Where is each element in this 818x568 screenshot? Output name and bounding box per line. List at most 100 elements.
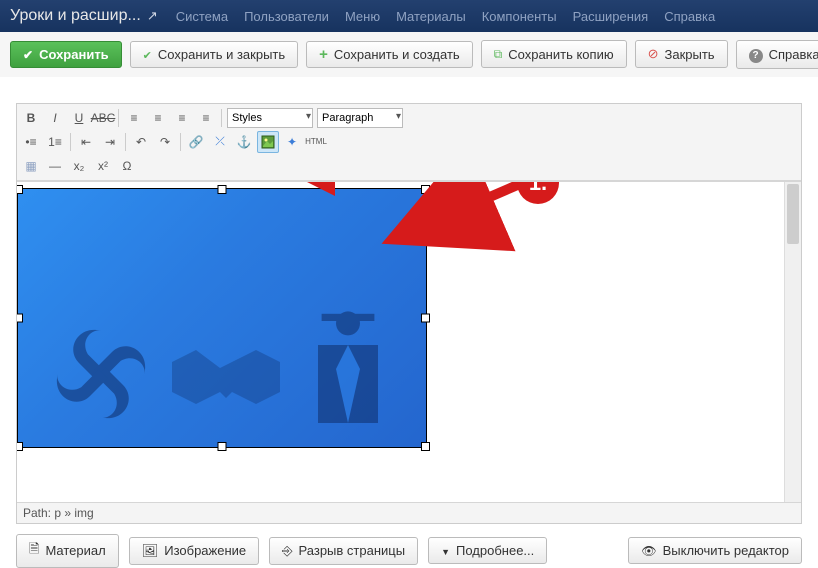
outdent-button[interactable]: ⇤: [75, 131, 97, 153]
toggle-label: Выключить редактор: [663, 543, 789, 558]
pagebreak-icon: [282, 543, 292, 559]
external-link-icon[interactable]: ↗: [147, 8, 158, 24]
editor-toolbar: B I U ABC ≡ ≡ ≡ ≡ Styles Paragraph •≡ 1≡…: [17, 104, 801, 181]
image-icon: [261, 135, 275, 149]
cleanup-button[interactable]: ✦: [281, 131, 303, 153]
wysiwyg-editor: B I U ABC ≡ ≡ ≡ ≡ Styles Paragraph •≡ 1≡…: [16, 103, 802, 524]
tuxedo-icon: [298, 309, 398, 429]
separator: [180, 133, 181, 151]
bullet-list-button[interactable]: •≡: [20, 131, 42, 153]
save-button[interactable]: Сохранить: [10, 41, 122, 68]
resize-handle-w[interactable]: [17, 313, 23, 322]
picture-icon: [142, 543, 159, 559]
resize-handle-n[interactable]: [218, 185, 227, 194]
menu-users[interactable]: Пользователи: [244, 9, 329, 24]
material-label: Материал: [45, 543, 105, 558]
link-button[interactable]: 🔗: [185, 131, 207, 153]
align-center-button[interactable]: ≡: [147, 107, 169, 129]
selected-image[interactable]: [17, 188, 427, 448]
bold-button[interactable]: B: [20, 107, 42, 129]
menu-extensions[interactable]: Расширения: [573, 9, 649, 24]
menu-materials[interactable]: Материалы: [396, 9, 466, 24]
file-icon: [29, 540, 39, 562]
separator: [221, 109, 222, 127]
table-button[interactable]: ▦: [20, 155, 42, 177]
copy-icon: [494, 46, 503, 62]
plus-icon: [319, 47, 328, 62]
top-menubar: Уроки и расшир... ↗ Система Пользователи…: [0, 0, 818, 32]
editor-path: Path: p » img: [17, 502, 801, 523]
editor-canvas[interactable]: [17, 182, 785, 502]
check-icon: [143, 47, 152, 62]
help-button[interactable]: Справка: [736, 40, 818, 69]
readmore-button[interactable]: Подробнее...: [428, 537, 547, 564]
align-justify-button[interactable]: ≡: [195, 107, 217, 129]
superscript-button[interactable]: x²: [92, 155, 114, 177]
action-toolbar: Сохранить Сохранить и закрыть Сохранить …: [0, 32, 818, 77]
close-button[interactable]: Закрыть: [635, 40, 728, 68]
styles-select[interactable]: Styles: [227, 108, 313, 128]
indent-button[interactable]: ⇥: [99, 131, 121, 153]
readmore-label: Подробнее...: [456, 543, 534, 558]
separator: [70, 133, 71, 151]
resize-handle-sw[interactable]: [17, 442, 23, 451]
charmap-button[interactable]: Ω: [116, 155, 138, 177]
align-left-button[interactable]: ≡: [123, 107, 145, 129]
underline-button[interactable]: U: [68, 107, 90, 129]
paragraph-select[interactable]: Paragraph: [317, 108, 403, 128]
page-title: Уроки и расшир...: [10, 7, 141, 25]
resize-handle-s[interactable]: [218, 442, 227, 451]
save-copy-label: Сохранить копию: [508, 47, 613, 62]
resize-handle-nw[interactable]: [17, 185, 23, 194]
number-list-button[interactable]: 1≡: [44, 131, 66, 153]
subscript-button[interactable]: x₂: [68, 155, 90, 177]
editor-canvas-area: 1. 2.: [17, 181, 801, 502]
pagebreak-button[interactable]: Разрыв страницы: [269, 537, 418, 565]
image-button[interactable]: Изображение: [129, 537, 259, 565]
help-icon: [749, 46, 763, 63]
cancel-icon: [648, 46, 659, 62]
resize-handle-e[interactable]: [421, 313, 430, 322]
image-label: Изображение: [164, 543, 246, 558]
menu-help[interactable]: Справка: [664, 9, 715, 24]
undo-button[interactable]: ↶: [130, 131, 152, 153]
menu-menu[interactable]: Меню: [345, 9, 380, 24]
tag-area: Uncategorised: [0, 77, 818, 103]
save-label: Сохранить: [39, 47, 109, 62]
toggle-editor-button[interactable]: Выключить редактор: [628, 537, 802, 564]
insert-image-button[interactable]: [257, 131, 279, 153]
save-copy-button[interactable]: Сохранить копию: [481, 40, 627, 68]
help-label: Справка: [769, 47, 818, 62]
check-icon: [23, 47, 33, 62]
redo-button[interactable]: ↷: [154, 131, 176, 153]
unlink-button[interactable]: ⤫: [209, 131, 231, 153]
separator: [125, 133, 126, 151]
eye-icon: [641, 543, 656, 558]
handshake-icon: [166, 319, 286, 429]
strike-button[interactable]: ABC: [92, 107, 114, 129]
scrollbar-thumb[interactable]: [787, 184, 799, 244]
chevron-down-icon: [441, 543, 450, 558]
save-new-button[interactable]: Сохранить и создать: [306, 41, 473, 68]
separator: [118, 109, 119, 127]
save-close-button[interactable]: Сохранить и закрыть: [130, 41, 298, 68]
bottom-toolbar: Материал Изображение Разрыв страницы Под…: [0, 524, 818, 568]
material-button[interactable]: Материал: [16, 534, 119, 568]
main-menu: Система Пользователи Меню Материалы Комп…: [176, 9, 715, 24]
italic-button[interactable]: I: [44, 107, 66, 129]
anchor-button[interactable]: ⚓: [233, 131, 255, 153]
joomla-icon: [46, 319, 156, 429]
close-label: Закрыть: [664, 47, 714, 62]
html-button[interactable]: HTML: [305, 131, 327, 153]
menu-system[interactable]: Система: [176, 9, 228, 24]
resize-handle-se[interactable]: [421, 442, 430, 451]
hr-button[interactable]: —: [44, 155, 66, 177]
resize-handle-ne[interactable]: [421, 185, 430, 194]
menu-components[interactable]: Компоненты: [482, 9, 557, 24]
save-new-label: Сохранить и создать: [334, 47, 460, 62]
align-right-button[interactable]: ≡: [171, 107, 193, 129]
vertical-scrollbar[interactable]: [784, 182, 801, 502]
pagebreak-label: Разрыв страницы: [299, 543, 406, 558]
save-close-label: Сохранить и закрыть: [158, 47, 285, 62]
path-text: Path: p » img: [23, 506, 94, 520]
